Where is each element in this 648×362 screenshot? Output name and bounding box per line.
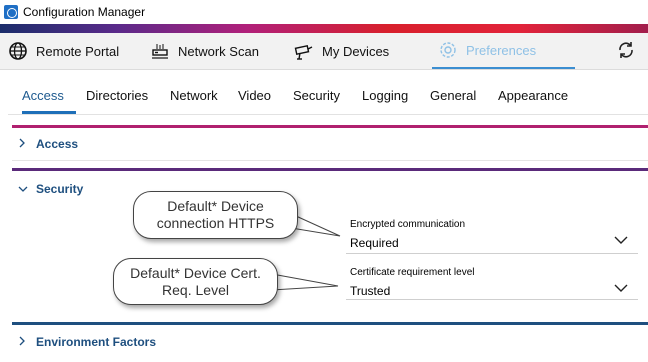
tab-access[interactable]: Access (22, 88, 64, 103)
active-tab-indicator (22, 111, 76, 114)
callout-line: Default* Device (167, 198, 264, 214)
tab-network[interactable]: Network (170, 88, 218, 103)
callout-line: connection HTTPS (156, 215, 275, 231)
chevron-right-icon (18, 335, 28, 349)
chevron-down-icon (614, 279, 628, 297)
brand-stripe (0, 24, 648, 33)
callout-line: Req. Level (162, 281, 229, 298)
toolbar-network-scan[interactable]: Network Scan (150, 33, 259, 69)
toolbar-my-devices[interactable]: My Devices (294, 33, 389, 69)
toolbar-label: Preferences (466, 42, 537, 58)
toolbar-remote-portal[interactable]: Remote Portal (8, 33, 119, 69)
tab-appearance[interactable]: Appearance (498, 88, 568, 103)
main-toolbar: Remote Portal Network Scan My Devices Pr… (0, 33, 648, 70)
security-section-header[interactable]: Security (18, 182, 83, 196)
toolbar-preferences[interactable]: Preferences (432, 33, 575, 69)
callout-https: Default* Device connection HTTPS (133, 191, 298, 239)
tab-directories[interactable]: Directories (86, 88, 148, 103)
chevron-right-icon (18, 137, 28, 151)
tab-video[interactable]: Video (238, 88, 271, 103)
environment-section-header[interactable]: Environment Factors (18, 335, 156, 349)
camera-icon (294, 41, 314, 61)
section-title: Environment Factors (36, 335, 157, 349)
globe-icon (8, 41, 28, 61)
toolbar-label: Network Scan (178, 43, 259, 59)
encrypted-communication-select[interactable]: Encrypted communication Required (346, 213, 638, 254)
refresh-button[interactable] (614, 40, 638, 64)
refresh-icon (615, 39, 637, 66)
callout-pointer (271, 273, 339, 291)
app-logo-icon (4, 5, 18, 19)
window-title: Configuration Manager (23, 5, 146, 19)
security-section-bar (12, 168, 648, 171)
network-scan-icon (150, 41, 170, 61)
certificate-requirement-select[interactable]: Certificate requirement level Trusted (346, 262, 638, 300)
field-value: Trusted (350, 284, 391, 298)
field-label: Certificate requirement level (350, 267, 475, 278)
chevron-down-icon (614, 231, 628, 249)
access-section-header[interactable]: Access (18, 137, 78, 151)
divider (12, 160, 648, 161)
tab-security[interactable]: Security (293, 88, 340, 103)
chevron-down-icon (18, 182, 28, 196)
field-label: Encrypted communication (350, 219, 466, 230)
tab-general[interactable]: General (430, 88, 476, 103)
section-title: Security (36, 182, 84, 196)
callout-cert: Default* Device Cert. Req. Level (113, 258, 278, 305)
preferences-tabs: Access Directories Network Video Securit… (8, 77, 648, 115)
tab-logging[interactable]: Logging (362, 88, 408, 103)
environment-section-bar (12, 322, 648, 325)
access-section-bar (12, 125, 648, 128)
gear-icon (438, 40, 458, 60)
section-title: Access (36, 137, 79, 151)
callout-line: Default* Device Cert. (130, 264, 261, 281)
title-bar: Configuration Manager (0, 0, 648, 24)
toolbar-label: Remote Portal (36, 43, 120, 59)
field-value: Required (350, 236, 399, 250)
toolbar-label: My Devices (322, 43, 390, 59)
